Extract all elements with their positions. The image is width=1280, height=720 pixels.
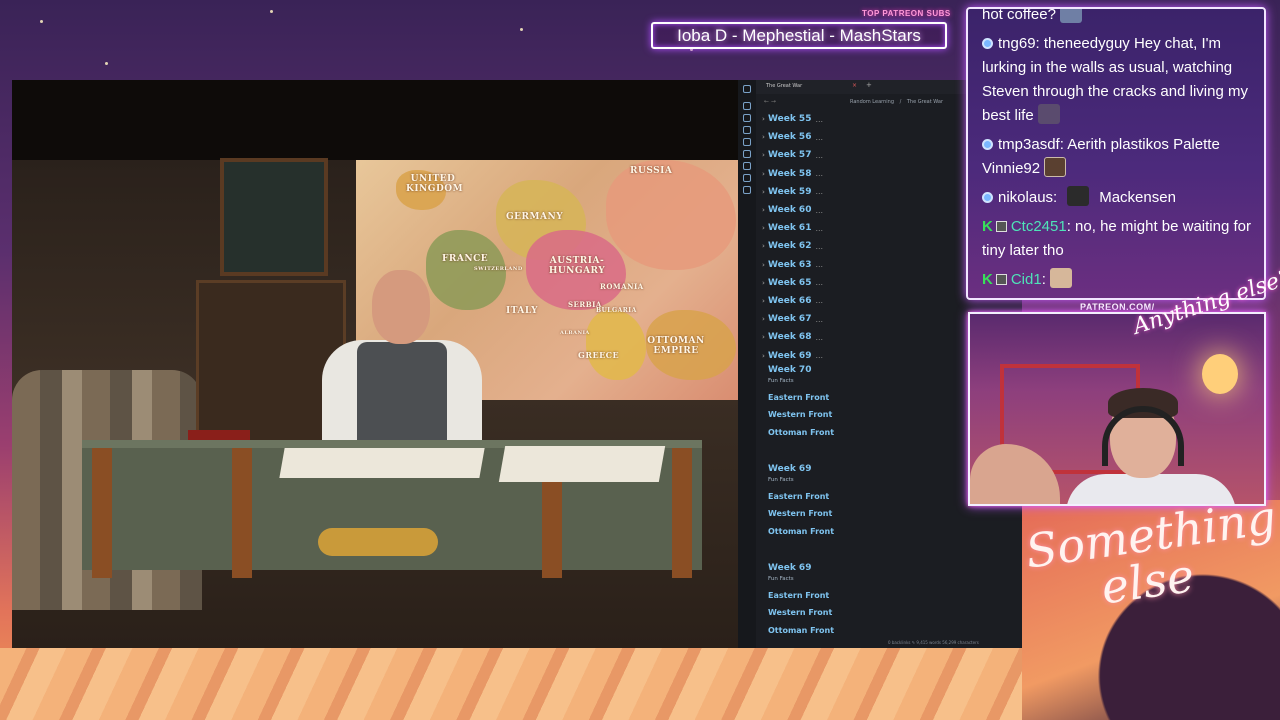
sub-badge-icon [982,139,993,150]
emote-icon [1049,268,1072,288]
chat-message: tng69: theneedyguy Hey chat, I'm lurking… [982,35,1248,124]
link-western-front[interactable]: Western Front [768,509,832,518]
newspaper [498,446,666,482]
mod-badge-icon: K [982,218,993,235]
badge-icon [995,221,1007,232]
badge-icon [995,274,1007,285]
emote-icon [1067,186,1090,206]
map-label-bulgaria: BULGARIA [596,307,637,314]
mod-badge-icon: K [982,271,993,288]
emote-icon [1037,104,1060,124]
close-tab-icon[interactable]: × [852,82,857,89]
map-label-romania: ROMANIA [600,282,644,291]
map-label-ottoman-empire: OTTOMAN EMPIRE [647,336,705,356]
chat-username[interactable]: tmp3asdf [998,136,1060,153]
files-icon[interactable] [743,102,751,110]
webcam-feed [968,312,1266,506]
calendar-icon[interactable] [743,138,751,146]
search-icon[interactable] [743,114,751,122]
chat-username[interactable]: tng69 [998,35,1036,52]
chat-username[interactable]: Cid1 [1011,271,1042,288]
section-subtitle: Fun Facts [768,576,794,582]
breadcrumb-note[interactable]: The Great War [907,99,943,105]
link-ottoman-front[interactable]: Ottoman Front [768,626,834,635]
breadcrumb-folder[interactable]: Random Learning [850,99,894,105]
section-title[interactable]: Week 70 [768,365,811,375]
publish-icon[interactable] [743,174,751,182]
top-patreon-label: TOP PATREON SUBS [862,9,951,18]
star-decoration [105,62,108,65]
link-eastern-front[interactable]: Eastern Front [768,393,829,402]
link-western-front[interactable]: Western Front [768,410,832,419]
nav-arrows[interactable]: ← → [764,98,776,105]
section-title[interactable]: Week 69 [768,464,811,474]
map-label-russia: RUSSIA [630,166,673,176]
chat-message: nikolaus: Mackensen [982,186,1254,210]
new-tab-icon[interactable]: + [866,81,872,89]
send-icon[interactable] [743,186,751,194]
sidebar-toggle-icon[interactable] [743,85,751,93]
terminal-icon[interactable] [743,162,751,170]
map-label-germany: GERMANY [506,212,564,222]
breadcrumb: Random Learning / The Great War [850,99,947,105]
chat-message: tmp3asdf: Aerith plastikos Palette Vinni… [982,136,1220,177]
notes-ribbon [738,80,756,648]
graph-icon[interactable] [743,126,751,134]
map-label-united-kingdom: UNITED KINGDOM [406,174,464,194]
top-patreon-names: Ioba D - Mephestial - MashStars [651,22,947,49]
link-eastern-front[interactable]: Eastern Front [768,492,829,501]
chat-username[interactable]: Ctc2451 [1011,218,1067,235]
map-label-greece: GREECE [578,350,620,360]
chat-username[interactable]: nikolaus [998,189,1053,206]
chat-message: K Ctc2451: no, he might be waiting for ti… [982,215,1254,263]
video-player[interactable]: UNITED KINGDOM FRANCE GERMANY RUSSIA AUS… [12,80,738,648]
map-label-france: FRANCE [442,254,489,264]
map-label-albania: ALBANIA [560,330,590,336]
link-eastern-front[interactable]: Eastern Front [768,591,829,600]
link-western-front[interactable]: Western Front [768,608,832,617]
template-icon[interactable] [743,150,751,158]
status-bar: 0 backlinks ✎ 9,415 words 56,299 charact… [888,640,979,645]
newspaper [279,448,485,478]
star-decoration [270,10,273,13]
sub-badge-icon [982,192,993,203]
emote-icon [1044,157,1067,177]
section-title[interactable]: Week 69 [768,563,811,573]
star-decoration [40,20,43,23]
map-label-italy: ITALY [506,306,539,316]
sub-badge-icon [982,38,993,49]
chat-panel: hot coffee? tng69: theneedyguy Hey chat,… [966,7,1266,300]
breadcrumb-separator: / [899,99,902,105]
chat-message: hot coffee? [982,9,1254,27]
section-subtitle: Fun Facts [768,477,794,483]
emote-icon [1059,9,1082,23]
link-ottoman-front[interactable]: Ottoman Front [768,428,834,437]
link-ottoman-front[interactable]: Ottoman Front [768,527,834,536]
tab-the-great-war[interactable]: The Great War [766,83,802,89]
star-decoration [520,28,523,31]
blackboard [220,158,328,276]
section-subtitle: Fun Facts [768,378,794,384]
map-label-austria-hungary: AUSTRIA-HUNGARY [548,256,606,276]
